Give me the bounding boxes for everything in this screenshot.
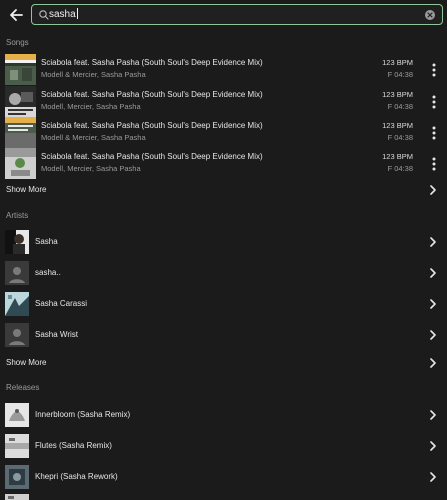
more-options-icon[interactable] xyxy=(432,126,436,140)
song-artwork xyxy=(5,86,36,117)
song-artists: Modell & Mercier, Sasha Pasha xyxy=(41,70,146,79)
artist-avatar xyxy=(5,230,29,254)
song-title: Sciabola feat. Sasha Pasha (South Soul's… xyxy=(41,58,263,67)
artist-row[interactable]: Sasha Wrist xyxy=(0,323,447,347)
search-input[interactable]: sasha xyxy=(49,8,78,21)
song-artists: Modell, Mercier, Sasha Pasha xyxy=(41,102,141,111)
song-row[interactable]: Sciabola feat. Sasha Pasha (South Soul's… xyxy=(0,86,447,117)
song-row[interactable]: Sciabola feat. Sasha Pasha (South Soul's… xyxy=(0,148,447,179)
release-row[interactable]: Innerbloom (Sasha Remix) xyxy=(0,403,447,427)
song-key-duration: F 04:38 xyxy=(387,133,413,142)
releases-section-title: Releases xyxy=(6,383,40,392)
chevron-right-icon xyxy=(429,185,437,195)
more-options-icon[interactable] xyxy=(432,95,436,109)
release-artwork xyxy=(5,434,29,458)
song-bpm: 123 BPM xyxy=(382,121,413,130)
chevron-right-icon xyxy=(429,410,437,420)
release-artwork xyxy=(5,494,29,500)
release-artwork xyxy=(5,403,29,427)
songs-section-title: Songs xyxy=(6,38,29,47)
chevron-right-icon xyxy=(429,441,437,451)
song-title: Sciabola feat. Sasha Pasha (South Soul's… xyxy=(41,90,263,99)
song-bpm: 123 BPM xyxy=(382,152,413,161)
release-name: Innerbloom (Sasha Remix) xyxy=(35,410,131,419)
song-artists: Modell, Mercier, Sasha Pasha xyxy=(41,164,141,173)
release-row-partial[interactable] xyxy=(0,494,447,500)
artist-placeholder-icon xyxy=(5,261,29,285)
artist-name: Sasha Carassi xyxy=(35,299,88,308)
back-arrow-icon[interactable] xyxy=(7,6,25,24)
artist-name: sasha.. xyxy=(35,268,61,277)
top-bar: sasha xyxy=(0,0,447,31)
song-row[interactable]: Sciabola feat. Sasha Pasha (South Soul's… xyxy=(0,54,447,85)
song-key-duration: F 04:38 xyxy=(387,70,413,79)
chevron-right-icon xyxy=(429,299,437,309)
release-artwork xyxy=(5,465,29,489)
artists-show-more[interactable]: Show More xyxy=(0,354,447,372)
chevron-right-icon xyxy=(429,358,437,368)
more-options-icon[interactable] xyxy=(432,157,436,171)
show-more-label: Show More xyxy=(6,185,47,194)
artist-name: Sasha xyxy=(35,237,58,246)
song-title: Sciabola feat. Sasha Pasha (South Soul's… xyxy=(41,121,263,130)
release-name: Khepri (Sasha Rework) xyxy=(35,472,118,481)
artist-name: Sasha Wrist xyxy=(35,330,78,339)
release-row[interactable]: Flutes (Sasha Remix) xyxy=(0,434,447,458)
artist-row[interactable]: sasha.. xyxy=(0,261,447,285)
song-artwork xyxy=(5,117,36,148)
song-title: Sciabola feat. Sasha Pasha (South Soul's… xyxy=(41,152,263,161)
chevron-right-icon xyxy=(429,472,437,482)
release-row[interactable]: Khepri (Sasha Rework) xyxy=(0,465,447,489)
song-key-duration: F 04:38 xyxy=(387,164,413,173)
artist-row[interactable]: Sasha xyxy=(0,230,447,254)
song-artists: Modell & Mercier, Sasha Pasha xyxy=(41,133,146,142)
search-field[interactable]: sasha xyxy=(31,4,443,25)
song-bpm: 123 BPM xyxy=(382,58,413,67)
song-artwork xyxy=(5,54,36,85)
song-row[interactable]: Sciabola feat. Sasha Pasha (South Soul's… xyxy=(0,117,447,148)
artists-section-title: Artists xyxy=(6,211,29,220)
artist-row[interactable]: Sasha Carassi xyxy=(0,292,447,316)
songs-show-more[interactable]: Show More xyxy=(0,181,447,199)
song-key-duration: F 04:38 xyxy=(387,102,413,111)
release-name: Flutes (Sasha Remix) xyxy=(35,441,112,450)
more-options-icon[interactable] xyxy=(432,63,436,77)
chevron-right-icon xyxy=(429,268,437,278)
artist-placeholder-icon xyxy=(5,323,29,347)
song-artwork xyxy=(5,148,36,179)
clear-search-icon[interactable] xyxy=(424,9,436,21)
song-bpm: 123 BPM xyxy=(382,90,413,99)
chevron-right-icon xyxy=(429,237,437,247)
show-more-label: Show More xyxy=(6,358,47,367)
artist-avatar xyxy=(5,292,29,316)
chevron-right-icon xyxy=(429,330,437,340)
